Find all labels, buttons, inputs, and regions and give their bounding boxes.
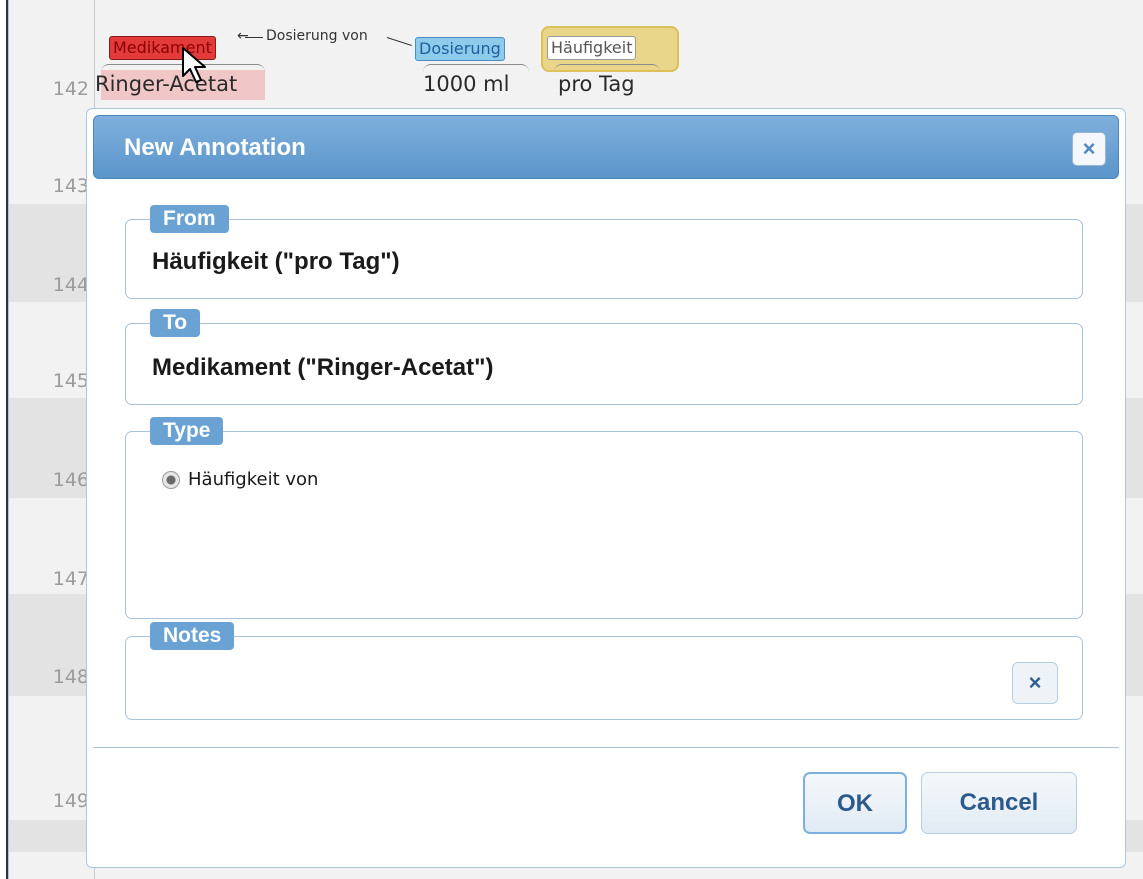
close-icon[interactable]: × (1072, 132, 1106, 166)
dialog-divider (93, 747, 1119, 748)
from-value: Häufigkeit ("pro Tag") (152, 248, 400, 275)
relation-arc-label[interactable]: Dosierung von (266, 28, 368, 44)
type-option-haeufigkeit-von[interactable]: Häufigkeit von (162, 469, 318, 490)
to-legend: To (150, 309, 201, 337)
ok-button[interactable]: OK (803, 772, 907, 834)
token-frequency[interactable]: pro Tag (558, 72, 635, 96)
type-fieldset: Type Häufigkeit von (125, 417, 1083, 619)
cancel-button[interactable]: Cancel (921, 772, 1077, 834)
radio-button[interactable] (162, 470, 180, 489)
type-option-label: Häufigkeit von (188, 469, 319, 490)
from-fieldset: From Häufigkeit ("pro Tag") (125, 205, 1083, 299)
line-number: 142 (52, 78, 89, 100)
notes-fieldset: Notes × (125, 622, 1083, 720)
clear-notes-icon[interactable]: × (1012, 662, 1058, 704)
notes-legend: Notes (150, 622, 235, 650)
line-number: 145 (52, 370, 89, 392)
line-number: 149 (52, 790, 89, 812)
window-frame-edge (0, 0, 8, 879)
notes-input[interactable] (150, 661, 1014, 697)
arrow-left-icon: ← (237, 28, 249, 44)
new-annotation-dialog: New Annotation × From Häufigkeit ("pro T… (86, 108, 1126, 868)
type-legend: Type (150, 417, 224, 445)
from-legend: From (150, 205, 229, 233)
mouse-pointer-icon (182, 47, 206, 83)
line-number: 147 (52, 568, 89, 590)
annotation-label-haeufigkeit[interactable]: Häufigkeit (547, 36, 637, 60)
line-number: 143 (52, 175, 89, 197)
to-fieldset: To Medikament ("Ringer-Acetat") (125, 309, 1083, 405)
annotation-label-dosierung[interactable]: Dosierung (415, 37, 505, 61)
token-dose[interactable]: 1000 ml (423, 72, 509, 96)
to-value: Medikament ("Ringer-Acetat") (152, 354, 494, 381)
token-medication[interactable]: Ringer-Acetat (95, 72, 237, 96)
line-number: 146 (52, 469, 89, 491)
dialog-titlebar[interactable]: New Annotation × (93, 115, 1119, 179)
dialog-title: New Annotation (124, 134, 306, 161)
line-number: 148 (52, 666, 89, 688)
line-number: 144 (52, 274, 89, 296)
